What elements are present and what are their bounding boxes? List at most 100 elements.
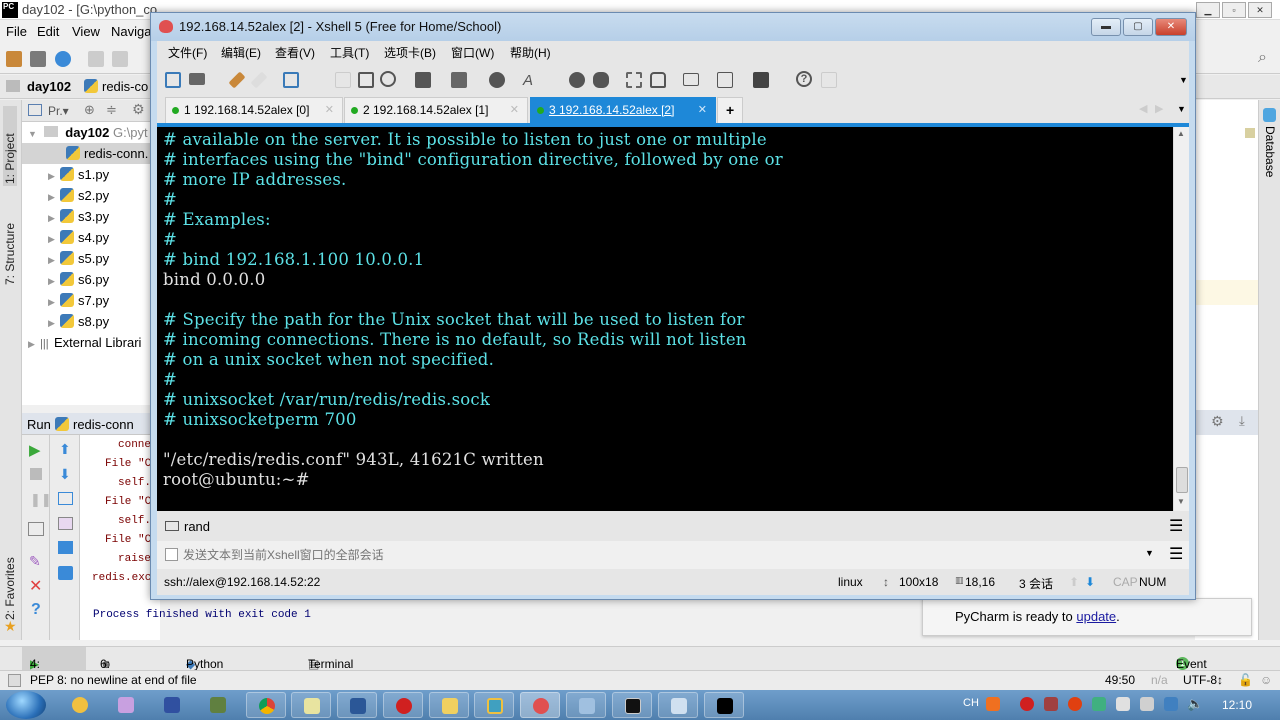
xshell-minimize-button[interactable]: ▬ (1091, 18, 1121, 36)
help-icon[interactable]: ? (796, 71, 812, 87)
copy-icon[interactable] (335, 72, 351, 88)
save-icon[interactable] (30, 51, 46, 67)
xshell-maximize-button[interactable]: ▢ (1123, 18, 1153, 36)
help-icon[interactable]: ? (31, 601, 41, 619)
ime-indicator[interactable]: CH (963, 697, 979, 709)
taskbar-cmd[interactable] (612, 692, 652, 718)
arrow-down-icon[interactable]: ⬇ (59, 466, 71, 483)
xshell-title-bar[interactable]: 192.168.14.52alex [2] - Xshell 5 (Free f… (151, 13, 1195, 41)
trash-icon[interactable] (58, 566, 73, 580)
tree-item[interactable]: ▶ s3.py (22, 206, 162, 227)
pause-icon[interactable]: ❚❚ (30, 492, 52, 508)
tree-item[interactable]: ▶ s7.py (22, 290, 162, 311)
menu-file[interactable]: File (6, 24, 27, 39)
tab-database[interactable]: Database (1263, 126, 1277, 177)
menu-view[interactable]: View (72, 24, 100, 39)
toggle-tool-windows-icon[interactable] (8, 674, 21, 687)
tree-item[interactable]: ▶ s8.py (22, 311, 162, 332)
session-tab-2[interactable]: 2 192.168.14.52alex [1] ✕ (344, 97, 528, 123)
connect-icon[interactable] (228, 71, 246, 89)
send-text-input[interactable] (183, 545, 1143, 565)
properties-icon[interactable] (283, 72, 299, 88)
tree-item[interactable]: ▶ s1.py (22, 164, 162, 185)
tab-favorites[interactable]: 2: Favorites (3, 540, 17, 620)
rerun-icon[interactable]: ▶ (29, 441, 41, 459)
expand-arrow-icon[interactable]: ▶ (48, 187, 60, 208)
keyboard-icon[interactable] (683, 73, 699, 86)
taskbar-vm[interactable] (474, 692, 514, 718)
transfer-icon[interactable] (451, 72, 467, 88)
menu-file[interactable]: 文件(F) (168, 44, 207, 61)
print-icon[interactable] (58, 541, 73, 554)
taskbar-chrome[interactable] (246, 692, 286, 718)
tab-structure[interactable]: 7: Structure (3, 195, 17, 285)
project-view-dropdown[interactable]: Pr.▾ (48, 104, 69, 118)
tray-app-icon[interactable] (1164, 697, 1178, 711)
lock-icon[interactable] (650, 72, 666, 88)
pycharm-maximize-button[interactable]: ▫ (1222, 2, 1246, 18)
tree-item[interactable]: ▶ s4.py (22, 227, 162, 248)
gear-icon[interactable]: ⚙ (1211, 413, 1224, 430)
pycharm-close-button[interactable]: ✕ (1248, 2, 1272, 18)
network-icon[interactable] (1140, 697, 1154, 711)
expand-arrow-icon[interactable]: ▶ (48, 229, 60, 250)
breadcrumb-project[interactable]: day102 (27, 79, 71, 94)
tree-item[interactable]: ▶ s2.py (22, 185, 162, 206)
send-menu-icon[interactable]: ☰ (1169, 544, 1183, 564)
compose-menu-icon[interactable]: ☰ (1169, 516, 1183, 536)
volume-icon[interactable]: 🔈 (1187, 696, 1203, 712)
menu-tabs[interactable]: 选项卡(B) (384, 44, 436, 61)
redo-icon[interactable] (112, 51, 128, 67)
tree-item[interactable]: ▶ s5.py (22, 248, 162, 269)
tray-video-icon[interactable] (1020, 697, 1034, 711)
search-everywhere-icon[interactable]: ⌕ (1258, 49, 1267, 67)
locate-icon[interactable]: ⊕ (84, 102, 95, 118)
tree-item[interactable]: ▶ s6.py (22, 269, 162, 290)
taskbar-pycharm[interactable] (704, 692, 744, 718)
tab-scroll-left-icon[interactable]: ◀ (1139, 102, 1147, 115)
xftp-icon[interactable] (569, 72, 585, 88)
output-line[interactable]: File "C (105, 458, 151, 470)
breadcrumb-file[interactable]: redis-co (84, 79, 148, 94)
menu-edit[interactable]: 编辑(E) (221, 44, 261, 61)
disconnect-icon[interactable] (250, 71, 268, 89)
paste-icon[interactable] (358, 72, 374, 88)
sync-icon[interactable] (55, 51, 71, 67)
xshell-close-button[interactable]: ✕ (1155, 18, 1187, 36)
chat-icon[interactable] (821, 72, 837, 88)
pin-icon[interactable]: ✎ (29, 553, 41, 570)
expand-arrow-icon[interactable]: ▶ (48, 208, 60, 229)
output-line[interactable]: File "C (105, 496, 151, 508)
expand-arrow-icon[interactable]: ▶ (48, 313, 60, 334)
font-icon[interactable]: A (523, 72, 539, 89)
media-icon[interactable] (210, 697, 226, 713)
fullscreen-icon[interactable] (626, 72, 642, 88)
tree-external-libraries[interactable]: ▶ ||| External Librari (22, 332, 162, 353)
open-folder-icon[interactable] (6, 51, 22, 67)
expand-arrow-icon[interactable]: ▶ (48, 271, 60, 292)
layout-icon[interactable] (28, 522, 44, 536)
taskbar-explorer[interactable] (429, 692, 469, 718)
taskbar-word[interactable] (337, 692, 377, 718)
xagent-icon[interactable] (593, 72, 609, 88)
taskbar-window[interactable] (658, 692, 698, 718)
pycharm-minimize-button[interactable]: ▁ (1196, 2, 1220, 18)
expand-arrow-icon[interactable]: ▶ (28, 334, 40, 355)
compose-session-label[interactable]: rand (184, 519, 210, 534)
close-icon[interactable]: ✕ (29, 576, 42, 596)
run-config[interactable]: redis-conn (55, 417, 134, 432)
tray-notes-icon[interactable] (1092, 697, 1106, 711)
close-tab-icon[interactable]: ✕ (698, 98, 707, 122)
arrow-up-icon[interactable]: ⬆ (59, 441, 71, 458)
terminal-output[interactable]: # available on the server. It is possibl… (157, 127, 1173, 511)
expand-arrow-icon[interactable]: ▼ (28, 124, 40, 145)
send-dropdown-icon[interactable]: ▼ (1145, 548, 1154, 558)
gear-icon[interactable]: ⚙ (132, 101, 145, 118)
session-tab-1[interactable]: 1 192.168.14.52alex [0] ✕ (165, 97, 343, 123)
scrollbar-thumb[interactable] (1176, 467, 1188, 493)
tray-tool-icon[interactable] (1044, 697, 1058, 711)
menu-view[interactable]: 查看(V) (275, 44, 315, 61)
add-tab-button[interactable]: + (717, 97, 743, 123)
collapse-icon[interactable]: ≑ (106, 102, 117, 118)
expand-arrow-icon[interactable]: ▶ (48, 292, 60, 313)
